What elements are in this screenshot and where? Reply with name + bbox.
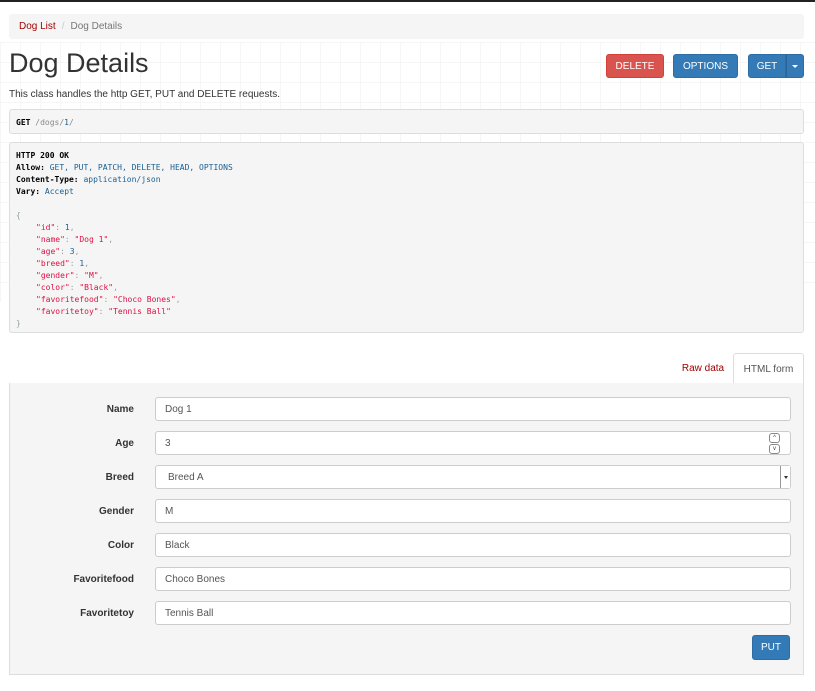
json-line: "age": 3, [36, 247, 80, 256]
age-input[interactable]: 3 ^ v [155, 431, 791, 455]
tab-raw-data[interactable]: Raw data [675, 353, 731, 384]
form-row-favoritetoy: Favoritetoy Tennis Ball [10, 601, 805, 625]
color-label: Color [107, 539, 134, 551]
color-input[interactable]: Black [155, 533, 791, 557]
json-line: "color": "Black", [36, 283, 118, 292]
form-tabs: Raw data HTML form [9, 353, 804, 385]
json-comma: , [98, 271, 104, 280]
breadcrumb-current: Dog Details [70, 21, 123, 32]
gender-label: Gender [98, 505, 134, 517]
json-comma: , [74, 247, 80, 256]
chevron-down-icon [780, 466, 790, 488]
header-key: Vary: [16, 187, 41, 196]
json-comma: , [108, 235, 114, 244]
json-value: "M" [84, 271, 99, 280]
header-key: Allow: [16, 163, 45, 172]
gender-input[interactable]: M [155, 499, 791, 523]
form-row-name: Name Dog 1 [10, 397, 805, 421]
get-format-dropdown-button[interactable] [786, 54, 804, 78]
json-value: "Black" [79, 283, 114, 292]
form-row-breed: Breed Breed A [10, 465, 805, 489]
json-line: "favoritetoy": "Tennis Ball" [36, 307, 171, 316]
spin-up-icon[interactable]: ^ [769, 432, 780, 443]
response-header: Content-Type: application/json [16, 174, 797, 186]
json-line: "gender": "M", [36, 271, 104, 280]
breed-selected-value: Breed A [168, 471, 204, 483]
breed-select[interactable]: Breed A [155, 465, 791, 489]
breadcrumb: Dog List / Dog Details [9, 14, 804, 39]
json-line: "favoritefood": "Choco Bones", [36, 295, 181, 304]
delete-button[interactable]: DELETE [606, 54, 664, 78]
page-description: This class handles the http GET, PUT and… [9, 89, 281, 100]
json-key: "favoritetoy" [36, 307, 99, 316]
response-header: Vary: Accept [16, 186, 797, 198]
json-line: "name": "Dog 1", [36, 235, 114, 244]
breadcrumb-separator: / [61, 21, 65, 32]
form-row-gender: Gender M [10, 499, 805, 523]
json-close-brace: } [16, 319, 21, 328]
json-comma: , [69, 223, 75, 232]
favoritetoy-input[interactable]: Tennis Ball [155, 601, 791, 625]
json-value: "Dog 1" [74, 235, 109, 244]
header-value: Accept [44, 187, 74, 196]
json-key: "name" [36, 235, 65, 244]
json-key: "gender" [36, 271, 75, 280]
json-key: "color" [36, 283, 70, 292]
tab-html-form[interactable]: HTML form [733, 353, 804, 385]
json-comma: , [113, 283, 118, 292]
breadcrumb-dog-list-link[interactable]: Dog List [19, 21, 56, 32]
json-value: "Choco Bones" [113, 295, 176, 304]
form-row-color: Color Black [10, 533, 805, 557]
chevron-down-icon [792, 64, 798, 68]
request-path-prefix: /dogs/ [30, 118, 65, 127]
breed-label: Breed [105, 471, 134, 483]
json-comma: , [175, 295, 181, 304]
json-key: "id" [36, 223, 56, 232]
json-line: "breed": 1, [36, 259, 90, 268]
html-form-panel: Name Dog 1 Age 3 ^ v Breed Breed A Gende… [9, 383, 804, 675]
spin-down-icon[interactable]: v [769, 443, 780, 454]
page-title: Dog Details [9, 48, 149, 78]
json-key: "breed" [36, 259, 70, 268]
options-button[interactable]: OPTIONS [673, 54, 738, 78]
json-key: "favoritefood" [36, 295, 104, 304]
get-button[interactable]: GET [748, 54, 786, 78]
name-input[interactable]: Dog 1 [155, 397, 791, 421]
favoritefood-input[interactable]: Choco Bones [155, 567, 791, 591]
json-key: "age" [36, 247, 61, 256]
json-value: "Tennis Ball" [108, 307, 171, 316]
json-comma: , [84, 259, 90, 268]
age-label: Age [115, 437, 134, 449]
response-status: HTTP 200 OK [16, 151, 69, 160]
json-line: "id": 1, [36, 223, 75, 232]
put-button[interactable]: PUT [752, 635, 790, 660]
favoritetoy-label: Favoritetoy [80, 607, 134, 619]
name-label: Name [106, 403, 134, 415]
response-header: Allow: GET, PUT, PATCH, DELETE, HEAD, OP… [16, 162, 797, 174]
age-value: 3 [165, 437, 171, 449]
response-info: HTTP 200 OK Allow: GET, PUT, PATCH, DELE… [9, 142, 804, 333]
age-stepper[interactable]: ^ v [769, 432, 781, 454]
request-path-suffix: / [69, 118, 74, 127]
request-method: GET [16, 118, 31, 127]
json-open-brace: { [16, 211, 21, 220]
form-row-age: Age 3 ^ v [10, 431, 805, 455]
request-info: GET /dogs/1/ [9, 109, 804, 134]
header-key: Content-Type: [16, 175, 79, 184]
header-value: GET, PUT, PATCH, DELETE, HEAD, OPTIONS [49, 163, 233, 172]
form-row-favoritefood: Favoritefood Choco Bones [10, 567, 805, 591]
favoritefood-label: Favoritefood [73, 573, 134, 585]
header-value: application/json [83, 175, 161, 184]
